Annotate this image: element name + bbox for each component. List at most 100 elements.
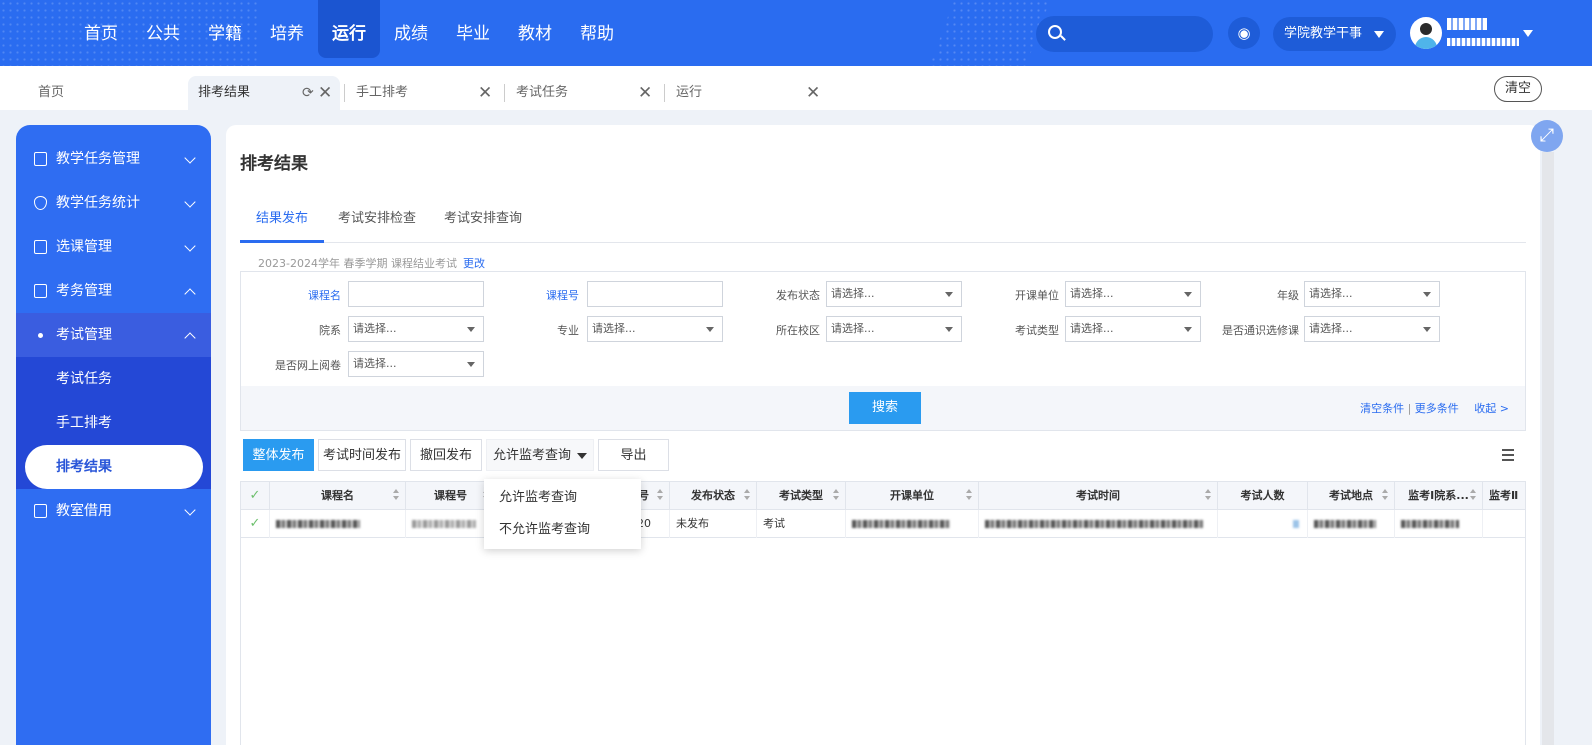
tab-manual-schedule[interactable]: 手工排考 ✕ — [344, 76, 504, 110]
cell-course-no — [406, 510, 496, 538]
chevron-up-icon — [184, 288, 196, 300]
course-no-input[interactable] — [587, 281, 723, 307]
col-course-no[interactable]: 课程号 — [406, 482, 496, 510]
search-button[interactable]: 搜索 — [849, 392, 921, 424]
top-navbar: 首页 公共 学籍 培养 运行 成绩 毕业 教材 帮助 ◉ 学院教学干事 — [0, 0, 1592, 66]
col-proctor1[interactable]: 监考Ⅰ院系... — [1395, 482, 1483, 510]
sort-icon — [833, 489, 839, 503]
clear-tabs-button[interactable]: 清空 — [1494, 76, 1542, 102]
tab-exam-result[interactable]: 排考结果 ⟳ ✕ — [188, 76, 340, 110]
grade-select[interactable]: 请选择... — [1304, 281, 1440, 307]
sidebar-item-exam-affairs[interactable]: 考务管理 — [16, 269, 211, 313]
course-no-label: 课程号 — [546, 289, 579, 302]
dept-select[interactable]: 请选择... — [1065, 281, 1201, 307]
close-icon[interactable]: ✕ — [806, 76, 820, 110]
col-exam-type[interactable]: 考试类型 — [757, 482, 846, 510]
subtab-schedule-query[interactable]: 考试安排查询 — [428, 209, 538, 243]
search-input[interactable] — [1036, 16, 1213, 52]
collapse-link[interactable]: 收起 > — [1474, 402, 1509, 415]
course-name-input[interactable] — [348, 281, 484, 307]
filter-links: 清空条件 | 更多条件 收起 > — [1360, 402, 1509, 415]
fullscreen-toggle-icon[interactable]: ⤢ — [1531, 120, 1563, 152]
sidebar-item-label: 教学任务管理 — [56, 151, 140, 167]
classroom-icon — [34, 504, 47, 518]
table-row[interactable]: ✓ 20 未发布 考试 — [241, 510, 1525, 538]
nav-item-public[interactable]: 公共 — [132, 0, 194, 58]
more-conditions-link[interactable]: 更多条件 — [1415, 402, 1459, 415]
allow-query-dropdown-button[interactable]: 允许监考查询 — [486, 439, 594, 471]
caret-down-icon — [1374, 31, 1384, 38]
exam-type-select[interactable]: 请选择... — [1065, 316, 1201, 342]
sidebar-item-classroom-borrow[interactable]: 教室借用 — [16, 489, 211, 533]
dropdown-option-disallow[interactable]: 不允许监考查询 — [484, 514, 641, 546]
close-icon[interactable]: ✕ — [638, 76, 652, 110]
sub-tabs: 结果发布 考试安排检查 考试安排查询 — [240, 209, 1526, 243]
export-button[interactable]: 导出 — [598, 439, 669, 471]
campus-select[interactable]: 请选择... — [826, 316, 962, 342]
nav-item-grades[interactable]: 成绩 — [380, 0, 442, 58]
publish-status-select[interactable]: 请选择... — [826, 281, 962, 307]
close-icon[interactable]: ✕ — [318, 76, 332, 110]
select-placeholder: 请选择... — [1070, 322, 1114, 335]
col-dept[interactable]: 开课单位 — [846, 482, 979, 510]
role-selector[interactable]: 学院教学干事 — [1273, 17, 1396, 51]
subtab-schedule-check[interactable]: 考试安排检查 — [322, 209, 432, 243]
nav-item-help[interactable]: 帮助 — [566, 0, 628, 58]
edit-document-icon — [34, 240, 47, 254]
nav-item-operation[interactable]: 运行 — [318, 0, 380, 58]
nav-item-graduation[interactable]: 毕业 — [442, 0, 504, 58]
sidebar-item-manual-schedule[interactable]: 手工排考 — [16, 401, 211, 445]
tab-exam-task-label: 考试任务 — [516, 85, 569, 100]
row-checkbox[interactable]: ✓ — [241, 510, 270, 538]
col-exam-place[interactable]: 考试地点 — [1308, 482, 1395, 510]
publish-all-button[interactable]: 整体发布 — [243, 439, 314, 471]
col-publish-status[interactable]: 发布状态 — [670, 482, 757, 510]
col-exam-time[interactable]: 考试时间 — [979, 482, 1218, 510]
col-label: 监考Ⅰ院系... — [1408, 489, 1469, 502]
sidebar-item-label: 教室借用 — [56, 503, 112, 519]
user-caret-down-icon[interactable] — [1523, 30, 1533, 37]
scrollbar[interactable] — [1542, 152, 1554, 745]
revoke-publish-button[interactable]: 撤回发布 — [410, 439, 482, 471]
col-proctor2[interactable]: 监考Ⅱ — [1483, 482, 1525, 510]
sidebar-item-exam-task[interactable]: 考试任务 — [16, 357, 211, 401]
tab-home[interactable]: 首页 — [38, 76, 158, 110]
general-elective-select[interactable]: 请选择... — [1304, 316, 1440, 342]
cell-exam-time — [979, 510, 1218, 538]
refresh-icon[interactable]: ⟳ — [302, 76, 314, 110]
col-label: 发布状态 — [691, 489, 735, 502]
sidebar-item-exam-result[interactable]: 排考结果 — [25, 445, 203, 489]
sidebar-item-teaching-task-stats[interactable]: 教学任务统计 — [16, 181, 211, 225]
faculty-select[interactable]: 请选择... — [348, 316, 484, 342]
avatar[interactable] — [1410, 17, 1442, 49]
clear-conditions-link[interactable]: 清空条件 — [1360, 402, 1404, 415]
page-tab-strip: 首页 排考结果 ⟳ ✕ 手工排考 ✕ 考试任务 ✕ 运行 ✕ — [0, 66, 1592, 110]
nav-item-textbook[interactable]: 教材 — [504, 0, 566, 58]
tab-exam-task[interactable]: 考试任务 ✕ — [504, 76, 664, 110]
publish-time-button[interactable]: 考试时间发布 — [318, 439, 406, 471]
column-settings-icon[interactable] — [1502, 449, 1514, 461]
sidebar-item-teaching-task-mgmt[interactable]: 教学任务管理 — [16, 137, 211, 181]
chevron-down-icon — [184, 196, 196, 208]
sidebar-item-exam-mgmt[interactable]: 考试管理 — [16, 313, 211, 357]
col-label: 考试类型 — [779, 489, 823, 502]
nav-item-status[interactable]: 学籍 — [194, 0, 256, 58]
subtab-result-publish[interactable]: 结果发布 — [240, 209, 325, 243]
nav-item-training[interactable]: 培养 — [256, 0, 318, 58]
col-label: 课程名 — [321, 489, 354, 502]
major-select[interactable]: 请选择... — [587, 316, 723, 342]
close-icon[interactable]: ✕ — [478, 76, 492, 110]
online-marking-select[interactable]: 请选择... — [348, 351, 484, 377]
col-course-name[interactable]: 课程名 — [270, 482, 406, 510]
user-name-blurred[interactable] — [1447, 16, 1523, 52]
dropdown-option-allow[interactable]: 允许监考查询 — [484, 482, 641, 514]
sidebar-item-course-selection[interactable]: 选课管理 — [16, 225, 211, 269]
tab-operation[interactable]: 运行 ✕ — [664, 76, 824, 110]
sort-icon — [1205, 489, 1211, 503]
shirt-icon[interactable]: ◉ — [1228, 17, 1260, 49]
term-change-link[interactable]: 更改 — [463, 257, 485, 270]
select-all-checkbox[interactable]: ✓ — [241, 482, 270, 510]
tab-separator — [344, 84, 345, 102]
col-exam-count[interactable]: 考试人数 — [1218, 482, 1308, 510]
nav-item-home[interactable]: 首页 — [70, 0, 132, 58]
